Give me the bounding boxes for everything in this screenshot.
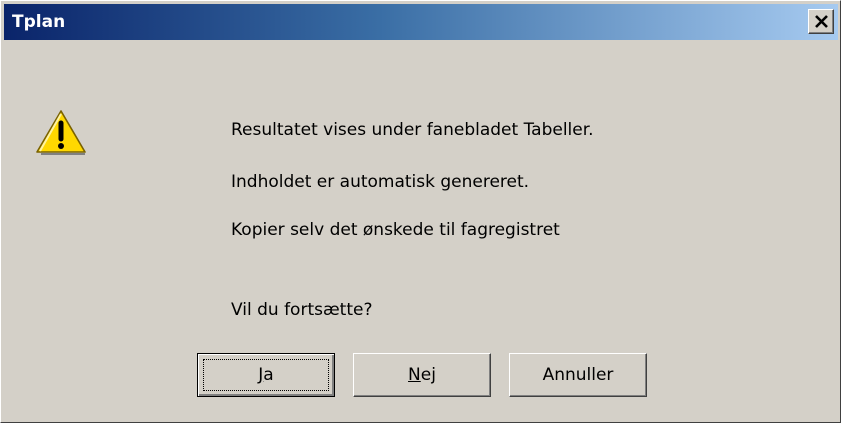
yes-button[interactable]: Ja — [197, 353, 335, 397]
message-line-2: Indholdet er automatisk genereret. — [231, 172, 530, 192]
title-bar[interactable]: Tplan — [4, 4, 838, 40]
warning-icon — [35, 109, 87, 155]
message-dialog: Tplan Resultatet vises under fanebladet … — [0, 0, 841, 423]
no-label-rest: ej — [420, 365, 436, 385]
no-mnemonic: N — [408, 365, 421, 385]
message-line-1: Resultatet vises under fanebladet Tabell… — [231, 120, 594, 140]
cancel-button-label: Annuller — [542, 365, 614, 385]
message-line-3: Kopier selv det ønskede til fagregistret — [231, 220, 560, 240]
window-title: Tplan — [12, 12, 66, 32]
yes-label-rest: a — [263, 365, 274, 385]
close-icon — [815, 15, 828, 28]
question-text: Vil du fortsætte? — [231, 300, 373, 320]
cancel-button[interactable]: Annuller — [509, 353, 647, 397]
no-button[interactable]: Nej — [353, 353, 491, 397]
no-button-label: Nej — [408, 365, 436, 385]
close-button[interactable] — [808, 9, 834, 34]
yes-button-label: Ja — [258, 365, 273, 385]
